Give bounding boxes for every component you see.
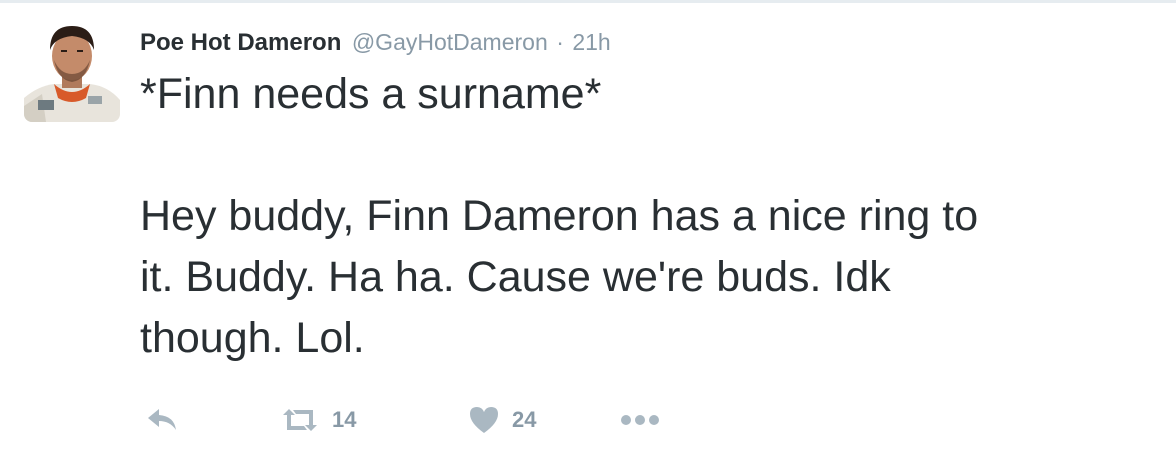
tweet-text-line: Hey buddy, Finn Dameron has a nice ring … <box>140 192 979 240</box>
retweet-icon <box>283 409 317 431</box>
like-button[interactable]: 24 <box>468 400 536 440</box>
tweet-text-line: though. Lol. <box>140 314 365 362</box>
reply-icon <box>148 409 176 430</box>
tweet-actions: 14 24 <box>140 400 700 440</box>
like-count: 24 <box>512 407 537 432</box>
header-separator: · <box>556 29 564 55</box>
tweet-timestamp[interactable]: 21h <box>572 29 610 55</box>
more-icon <box>621 415 659 425</box>
tweet-text: *Finn needs a surname* Hey buddy, Finn D… <box>140 64 1160 369</box>
tweet-text-line: *Finn needs a surname* <box>140 70 602 118</box>
retweet-count: 14 <box>332 407 357 432</box>
heart-icon <box>470 407 498 433</box>
avatar-image <box>24 20 120 122</box>
reply-button[interactable] <box>146 400 180 440</box>
tweet: Poe Hot Dameron @GayHotDameron · 21h *Fi… <box>0 0 1176 458</box>
more-button[interactable] <box>620 400 660 440</box>
author-name[interactable]: Poe Hot Dameron <box>140 29 341 56</box>
author-handle[interactable]: @GayHotDameron <box>352 29 548 55</box>
retweet-button[interactable]: 14 <box>280 400 356 440</box>
avatar[interactable] <box>24 20 120 122</box>
tweet-header: Poe Hot Dameron @GayHotDameron · 21h <box>140 26 611 58</box>
tweet-text-line: it. Buddy. Ha ha. Cause we're buds. Idk <box>140 253 891 301</box>
